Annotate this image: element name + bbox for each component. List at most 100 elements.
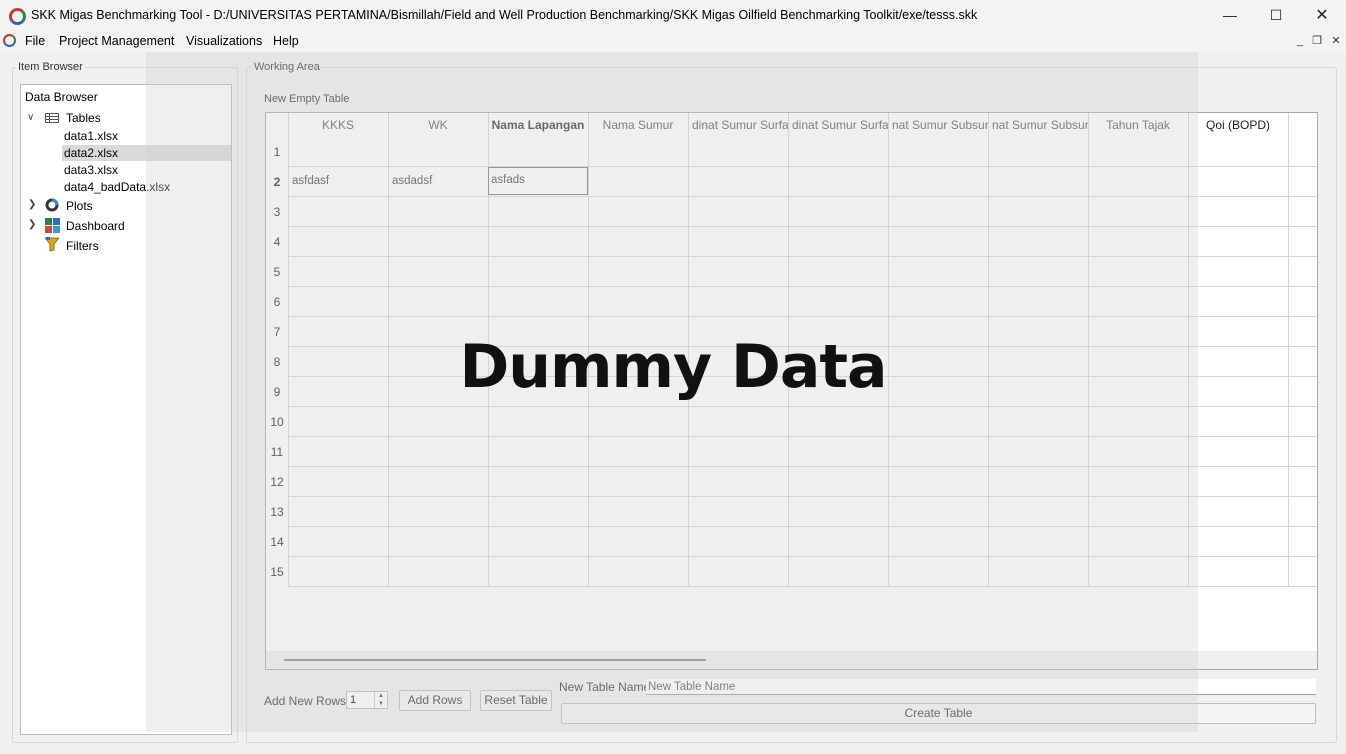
grid-line bbox=[288, 376, 1317, 377]
grid-line bbox=[288, 346, 1317, 347]
grid-line bbox=[288, 586, 1317, 587]
grid-line bbox=[588, 113, 589, 587]
row-header-8[interactable]: 8 bbox=[266, 355, 288, 369]
horizontal-scrollbar[interactable] bbox=[266, 651, 1317, 669]
tree-tables-label[interactable]: Tables bbox=[66, 111, 101, 125]
grid-line bbox=[288, 113, 289, 587]
row-header-14[interactable]: 14 bbox=[266, 535, 288, 549]
item-browser-title: Item Browser bbox=[16, 61, 85, 73]
column-header-tahun-tajak[interactable]: Tahun Tajak bbox=[1088, 113, 1188, 137]
spin-arrows-icon[interactable]: ▲ ▼ bbox=[374, 692, 387, 708]
new-table-name-label: New Table Name bbox=[559, 680, 651, 694]
menu-project-management[interactable]: Project Management bbox=[59, 34, 174, 48]
table-title: New Empty Table bbox=[264, 93, 350, 105]
data-table[interactable]: KKKS WK Nama Lapangan Nama Sumur dinat S… bbox=[265, 112, 1318, 670]
row-header-12[interactable]: 12 bbox=[266, 475, 288, 489]
rows-spinbox-value: 1 bbox=[350, 694, 357, 706]
grid-line bbox=[288, 316, 1317, 317]
grid-line bbox=[1188, 113, 1189, 587]
row-header-5[interactable]: 5 bbox=[266, 265, 288, 279]
working-area-title: Working Area bbox=[252, 61, 322, 73]
row-header-13[interactable]: 13 bbox=[266, 505, 288, 519]
table-icon bbox=[45, 113, 59, 123]
grid-line bbox=[288, 166, 1317, 167]
column-header-koordinat-surface-1[interactable]: dinat Sumur Surfa bbox=[688, 113, 788, 137]
mdi-minimize-icon[interactable]: _ bbox=[1293, 34, 1307, 48]
mdi-restore-icon[interactable]: ❐ bbox=[1310, 34, 1324, 48]
plots-icon bbox=[45, 198, 59, 212]
row-header-2[interactable]: 2 bbox=[266, 175, 288, 189]
row-header-1[interactable]: 1 bbox=[266, 145, 288, 159]
window-title: SKK Migas Benchmarking Tool - D:/UNIVERS… bbox=[31, 8, 978, 22]
title-bar: SKK Migas Benchmarking Tool - D:/UNIVERS… bbox=[0, 0, 1346, 30]
column-header-koordinat-subsurface-1[interactable]: nat Sumur Subsur bbox=[888, 113, 988, 137]
add-rows-button[interactable]: Add Rows bbox=[399, 690, 471, 711]
menu-help[interactable]: Help bbox=[273, 34, 299, 48]
row-header-4[interactable]: 4 bbox=[266, 235, 288, 249]
app-logo-icon bbox=[9, 8, 26, 25]
reset-table-button[interactable]: Reset Table bbox=[480, 690, 552, 711]
tree-table-item-selected[interactable]: data2.xlsx bbox=[64, 146, 118, 160]
create-table-button[interactable]: Create Table bbox=[561, 703, 1316, 724]
row-header-6[interactable]: 6 bbox=[266, 295, 288, 309]
grid-line bbox=[288, 556, 1317, 557]
filter-icon bbox=[45, 237, 59, 252]
new-table-name-input[interactable]: New Table Name bbox=[646, 679, 1316, 695]
column-header-kkks[interactable]: KKKS bbox=[288, 113, 388, 137]
tree-table-item[interactable]: data1.xlsx bbox=[64, 129, 118, 143]
grid-line bbox=[288, 286, 1317, 287]
rows-spinbox[interactable]: 1 ▲ ▼ bbox=[346, 691, 388, 709]
row-header-7[interactable]: 7 bbox=[266, 325, 288, 339]
row-header-11[interactable]: 11 bbox=[266, 445, 288, 459]
grid-line bbox=[1088, 113, 1089, 587]
tree-filters-label[interactable]: Filters bbox=[66, 239, 99, 253]
tree-plots-label[interactable]: Plots bbox=[66, 199, 93, 213]
grid-line bbox=[288, 226, 1317, 227]
row-header-15[interactable]: 15 bbox=[266, 565, 288, 579]
add-new-rows-label: Add New Rows: bbox=[264, 694, 350, 708]
row-header-9[interactable]: 9 bbox=[266, 385, 288, 399]
grid-line bbox=[288, 466, 1317, 467]
column-header-qoi[interactable]: Qoi (BOPD) bbox=[1188, 113, 1288, 137]
row-header-10[interactable]: 10 bbox=[266, 415, 288, 429]
grid-line bbox=[788, 113, 789, 587]
grid-line bbox=[388, 113, 389, 587]
grid-line bbox=[288, 496, 1317, 497]
plots-chevron-right-icon[interactable]: ❯ bbox=[28, 199, 36, 210]
column-header-koordinat-subsurface-2[interactable]: nat Sumur Subsur bbox=[988, 113, 1088, 137]
cell-wk-row2[interactable]: asdadsf bbox=[392, 175, 432, 187]
menu-file[interactable]: File bbox=[25, 34, 45, 48]
grid-line bbox=[288, 196, 1317, 197]
dashboard-chevron-right-icon[interactable]: ❯ bbox=[28, 219, 36, 230]
menu-bar: File Project Management Visualizations H… bbox=[0, 30, 1346, 52]
grid-line bbox=[288, 406, 1317, 407]
grid-line bbox=[988, 113, 989, 587]
column-header-koordinat-surface-2[interactable]: dinat Sumur Surfa bbox=[788, 113, 888, 137]
grid-line bbox=[288, 436, 1317, 437]
mdi-close-icon[interactable]: ✕ bbox=[1329, 34, 1343, 48]
column-header-nama-sumur[interactable]: Nama Sumur bbox=[588, 113, 688, 137]
cell-kkks-row2[interactable]: asfdasf bbox=[292, 175, 329, 187]
tree-table-item[interactable]: data3.xlsx bbox=[64, 163, 118, 177]
grid-line bbox=[288, 526, 1317, 527]
grid-line bbox=[688, 113, 689, 587]
cell-nama-lapangan-editor[interactable]: asfads bbox=[488, 167, 588, 195]
tree-dashboard-label[interactable]: Dashboard bbox=[66, 219, 125, 233]
column-header-nama-lapangan[interactable]: Nama Lapangan bbox=[488, 113, 588, 137]
tree-table-item[interactable]: data4_badData.xlsx bbox=[64, 180, 170, 194]
maximize-icon[interactable]: ☐ bbox=[1253, 0, 1299, 30]
grid-line bbox=[888, 113, 889, 587]
row-header-3[interactable]: 3 bbox=[266, 205, 288, 219]
grid-line bbox=[288, 256, 1317, 257]
dashboard-icon bbox=[45, 218, 60, 233]
grid-line bbox=[1288, 113, 1289, 587]
data-browser-tree[interactable]: Data Browser ∨ Tables data1.xlsx data2.x… bbox=[20, 84, 232, 735]
scrollbar-thumb[interactable] bbox=[284, 659, 706, 661]
tables-chevron-down-icon[interactable]: ∨ bbox=[27, 112, 34, 123]
app-menu-icon[interactable] bbox=[3, 34, 16, 47]
menu-visualizations[interactable]: Visualizations bbox=[186, 34, 262, 48]
tree-root-label: Data Browser bbox=[25, 90, 98, 104]
column-header-wk[interactable]: WK bbox=[388, 113, 488, 137]
close-icon[interactable]: ✕ bbox=[1299, 0, 1345, 30]
minimize-icon[interactable]: — bbox=[1207, 0, 1253, 30]
